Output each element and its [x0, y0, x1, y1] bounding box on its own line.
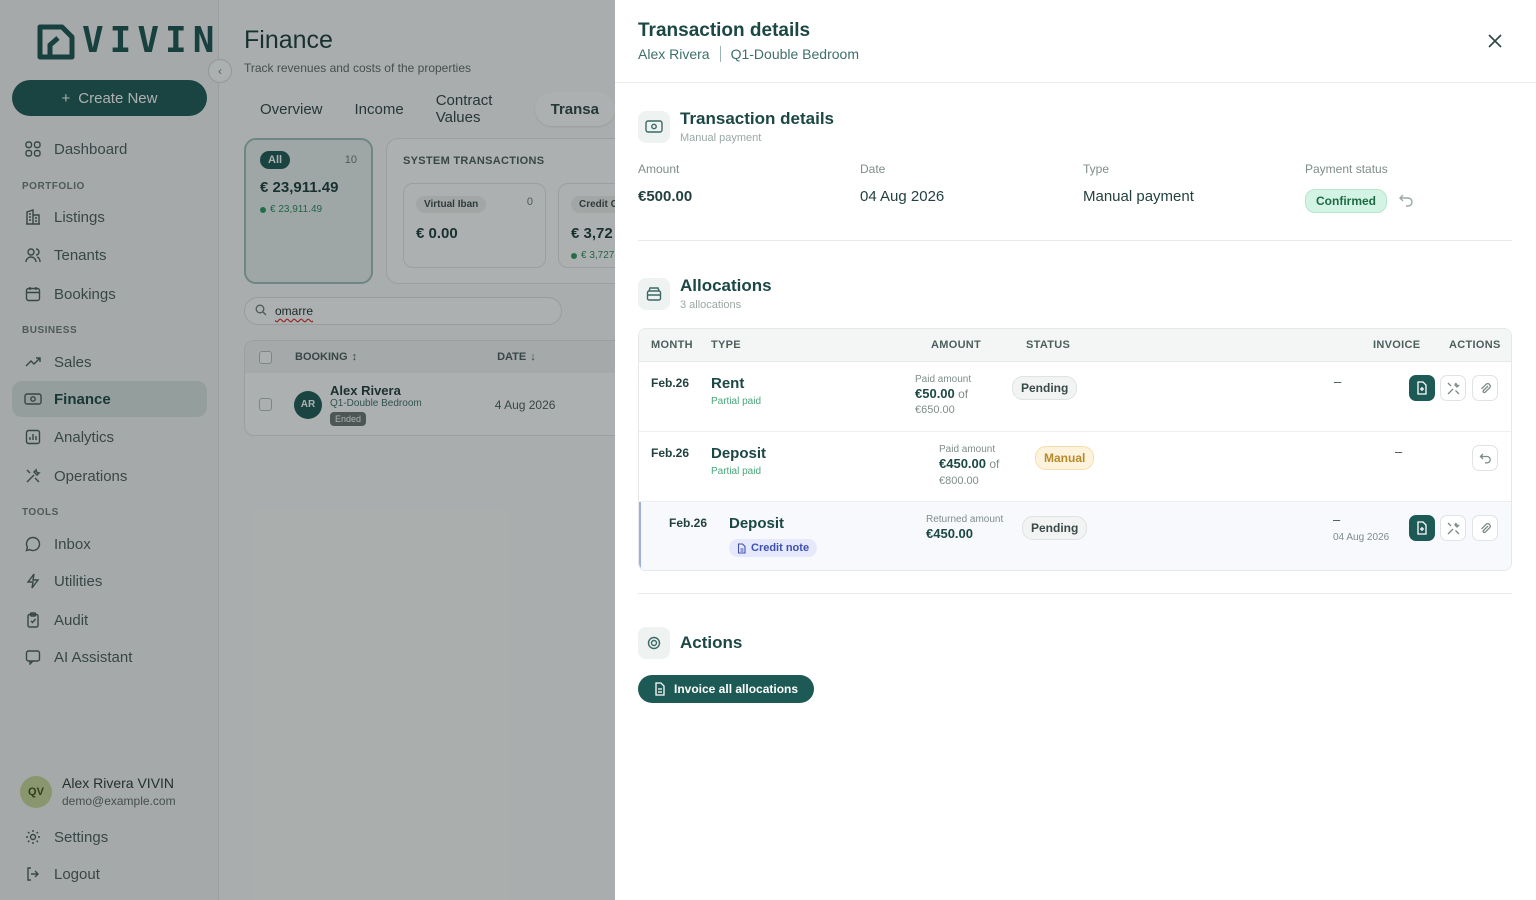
allocation-type: Deposit: [729, 515, 785, 532]
allocation-type: Rent: [711, 375, 745, 392]
allocations-header: MONTH TYPE AMOUNT STATUS INVOICE ACTIONS: [639, 329, 1511, 362]
allocation-type: Deposit: [711, 445, 767, 462]
allocation-month: Feb.26: [669, 516, 708, 530]
of-label: of: [989, 457, 1000, 471]
invoice-all-button[interactable]: Invoice all allocations: [638, 675, 815, 703]
attach-button[interactable]: [1472, 375, 1498, 401]
panel-subtitle: Alex Rivera Q1-Double Bedroom: [638, 46, 859, 62]
allocation-amount: €450.00: [926, 526, 973, 541]
tools-button[interactable]: [1440, 515, 1466, 541]
column-type: TYPE: [711, 339, 741, 351]
column-invoice: INVOICE: [1373, 339, 1421, 351]
actions-section-header: Actions: [638, 627, 742, 659]
returned-amount: €450.00: [926, 526, 973, 541]
credit-note-badge: Credit note: [729, 539, 818, 557]
payment-status-badge: Confirmed: [1305, 189, 1387, 213]
total-amount: €650.00: [915, 404, 955, 416]
column-month: MONTH: [651, 339, 693, 351]
app: VIVIN + Create New Dashboard PORTFOLIO L…: [0, 0, 1536, 900]
create-invoice-button[interactable]: [1409, 515, 1435, 541]
allocation-row[interactable]: Feb.26 Deposit Partial paid Paid amount …: [639, 432, 1511, 502]
invoice-value: –: [1333, 512, 1341, 527]
panel-header: Transaction details Alex Rivera Q1-Doubl…: [615, 0, 1536, 83]
gear-icon: [638, 627, 670, 659]
divider: [638, 240, 1512, 241]
status-badge: Pending: [1022, 516, 1088, 540]
tools-icon: [1447, 382, 1460, 394]
details-subtitle: Manual payment: [680, 132, 762, 144]
column-status: STATUS: [1026, 339, 1071, 351]
of-label: of: [958, 387, 969, 401]
modal-backdrop[interactable]: [0, 0, 615, 900]
details-title: Transaction details: [680, 109, 834, 128]
invoice-date: 04 Aug 2026: [1333, 532, 1390, 543]
allocations-table: MONTH TYPE AMOUNT STATUS INVOICE ACTIONS…: [638, 328, 1512, 571]
tenant-name: Alex Rivera: [638, 46, 710, 62]
allocation-row[interactable]: Feb.26 Deposit Credit note Returned amou…: [639, 502, 1511, 570]
document-icon: [655, 682, 665, 696]
amount-label: Returned amount: [926, 514, 1004, 525]
column-actions: ACTIONS: [1449, 339, 1501, 351]
amount-value: €500.00: [638, 188, 693, 205]
credit-note-label: Credit note: [751, 542, 810, 554]
create-invoice-button[interactable]: [1409, 375, 1435, 401]
column-amount: AMOUNT: [931, 339, 982, 351]
close-button[interactable]: [1484, 30, 1506, 52]
undo-icon[interactable]: [1398, 192, 1414, 213]
amount-label: Paid amount: [939, 444, 996, 455]
allocation-type-sub: Partial paid: [711, 466, 762, 477]
date-label: Date: [860, 162, 886, 176]
money-icon: [638, 110, 670, 143]
invoice-value: –: [1395, 444, 1403, 459]
allocations-subtitle: 3 allocations: [680, 299, 742, 311]
allocation-row[interactable]: Feb.26 Rent Partial paid Paid amount €50…: [639, 362, 1511, 432]
close-icon: [1488, 34, 1502, 48]
date-value: 04 Aug 2026: [860, 188, 945, 205]
type-label: Type: [1083, 162, 1110, 176]
undo-icon: [1479, 453, 1491, 464]
status-badge: Manual: [1035, 446, 1095, 470]
allocation-amount: €50.00 of: [915, 386, 968, 401]
payment-status-label: Payment status: [1305, 162, 1388, 176]
document-icon: [737, 542, 746, 554]
panel-title: Transaction details: [638, 20, 811, 41]
transaction-details-panel: Transaction details Alex Rivera Q1-Doubl…: [615, 0, 1536, 900]
allocations-section-header: Allocations 3 allocations: [638, 276, 772, 311]
separator: [719, 46, 721, 62]
tools-button[interactable]: [1440, 375, 1466, 401]
tools-icon: [1447, 522, 1460, 534]
paperclip-icon: [1481, 382, 1491, 393]
actions-title: Actions: [680, 633, 743, 652]
divider: [638, 593, 1512, 594]
attach-button[interactable]: [1472, 515, 1498, 541]
invoice-all-label: Invoice all allocations: [674, 682, 799, 696]
allocation-month: Feb.26: [651, 446, 690, 460]
total-amount: €800.00: [939, 475, 979, 487]
status-badge: Pending: [1012, 376, 1078, 400]
paid-amount: €450.00: [939, 456, 986, 471]
amount-label: Amount: [638, 162, 680, 176]
revert-button[interactable]: [1472, 445, 1498, 471]
type-value: Manual payment: [1083, 188, 1194, 205]
invoice-value: –: [1334, 374, 1342, 389]
document-icon: [1417, 381, 1427, 395]
allocations-title: Allocations: [680, 276, 772, 295]
room-name: Q1-Double Bedroom: [730, 46, 859, 62]
paid-amount: €50.00: [915, 386, 955, 401]
allocation-month: Feb.26: [651, 376, 690, 390]
wallet-icon: [638, 277, 670, 310]
allocation-amount: €450.00 of: [939, 456, 999, 471]
amount-label: Paid amount: [915, 374, 972, 385]
allocation-type-sub: Partial paid: [711, 396, 762, 407]
details-section-header: Transaction details Manual payment: [638, 109, 834, 144]
document-icon: [1417, 521, 1427, 535]
paperclip-icon: [1481, 522, 1491, 533]
